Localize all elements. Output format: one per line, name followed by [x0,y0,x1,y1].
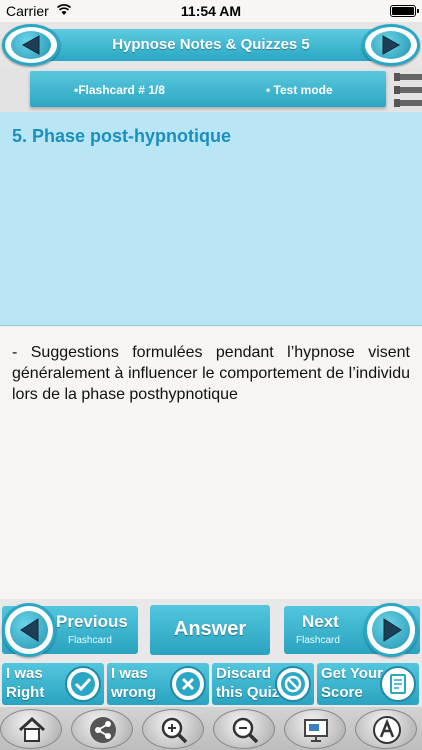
arrow-right-icon [383,618,402,642]
menu-line [394,73,422,81]
get-your-score-button[interactable]: Get Your Score [317,663,419,705]
discard-quiz-button[interactable]: Discard this Quiz [212,663,314,705]
page-title: Hypnose Notes & Quizzes 5 [112,36,310,53]
quiz-actions-row: I was Right I was wrong Discard this Qui… [0,661,422,707]
next-label: Next [302,612,339,631]
bottom-toolbar [0,707,422,750]
zoom-in-button[interactable] [142,709,204,749]
menu-line [394,86,422,94]
question-panel: 5. Phase post-hypnotique [0,112,422,326]
quiz-label: Right [6,684,45,701]
status-bar: Carrier 11:54 AM [0,0,422,22]
header: Hypnose Notes & Quizzes 5 [0,22,422,68]
quiz-label: wrong [111,684,156,701]
score-sheet-icon-glyph [390,674,406,694]
answer-button[interactable]: Answer [150,605,270,655]
zoom-out-icon [232,717,259,744]
quiz-label: Discard [216,665,272,682]
previous-sub-label: Flashcard [68,635,112,646]
slideshow-icon [304,719,328,742]
prohibit-icon-glyph [281,672,305,696]
prohibit-icon [275,666,311,702]
quiz-label: I was [6,665,43,682]
answer-text: - Suggestions formulées pendant l’hypnos… [12,344,410,403]
clock: 11:54 AM [180,3,242,19]
quiz-label: this Quiz [216,684,280,701]
quiz-label: Score [321,684,363,701]
quiz-label: Get Your [321,665,383,682]
score-sheet-icon [380,666,416,702]
arrow-left-icon [21,35,40,55]
flashcard-info-panel: •Flashcard # 1/8 • Test mode [30,71,386,107]
font-icon [373,716,401,744]
flashcard-info-bar: •Flashcard # 1/8 • Test mode [0,68,422,112]
slideshow-button[interactable] [284,709,346,749]
quiz-label: I was [111,665,148,682]
arrow-right-icon [382,35,401,55]
i-was-right-button[interactable]: I was Right [2,663,104,705]
i-was-wrong-button[interactable]: I was wrong [107,663,209,705]
next-arrow-button[interactable] [364,603,418,657]
font-size-button[interactable] [355,709,417,749]
answer-panel: - Suggestions formulées pendant l’hypnos… [0,327,422,599]
share-icon [90,717,116,743]
test-mode-label[interactable]: • Test mode [266,83,333,97]
flashcard-counter: •Flashcard # 1/8 [74,83,165,97]
previous-label: Previous [56,612,128,631]
x-icon-glyph [176,672,200,696]
menu-line [394,99,422,107]
zoom-in-icon [161,717,188,744]
home-button[interactable] [0,709,62,749]
arrow-left-icon [20,618,39,642]
previous-arrow-button[interactable] [2,603,56,657]
navigation-row: Previous Flashcard Answer Next Flashcard [0,599,422,661]
check-icon [65,666,101,702]
header-back-button[interactable] [2,24,60,66]
share-button[interactable] [71,709,133,749]
menu-list-icon[interactable] [394,72,422,108]
zoom-out-button[interactable] [213,709,275,749]
x-icon [170,666,206,702]
answer-label: Answer [173,618,247,640]
question-text: 5. Phase post-hypnotique [12,126,232,146]
check-icon-glyph [71,672,95,696]
next-sub-label: Flashcard [296,635,340,646]
home-icon [18,716,46,742]
battery-icon [390,5,419,17]
header-forward-button[interactable] [362,24,420,66]
